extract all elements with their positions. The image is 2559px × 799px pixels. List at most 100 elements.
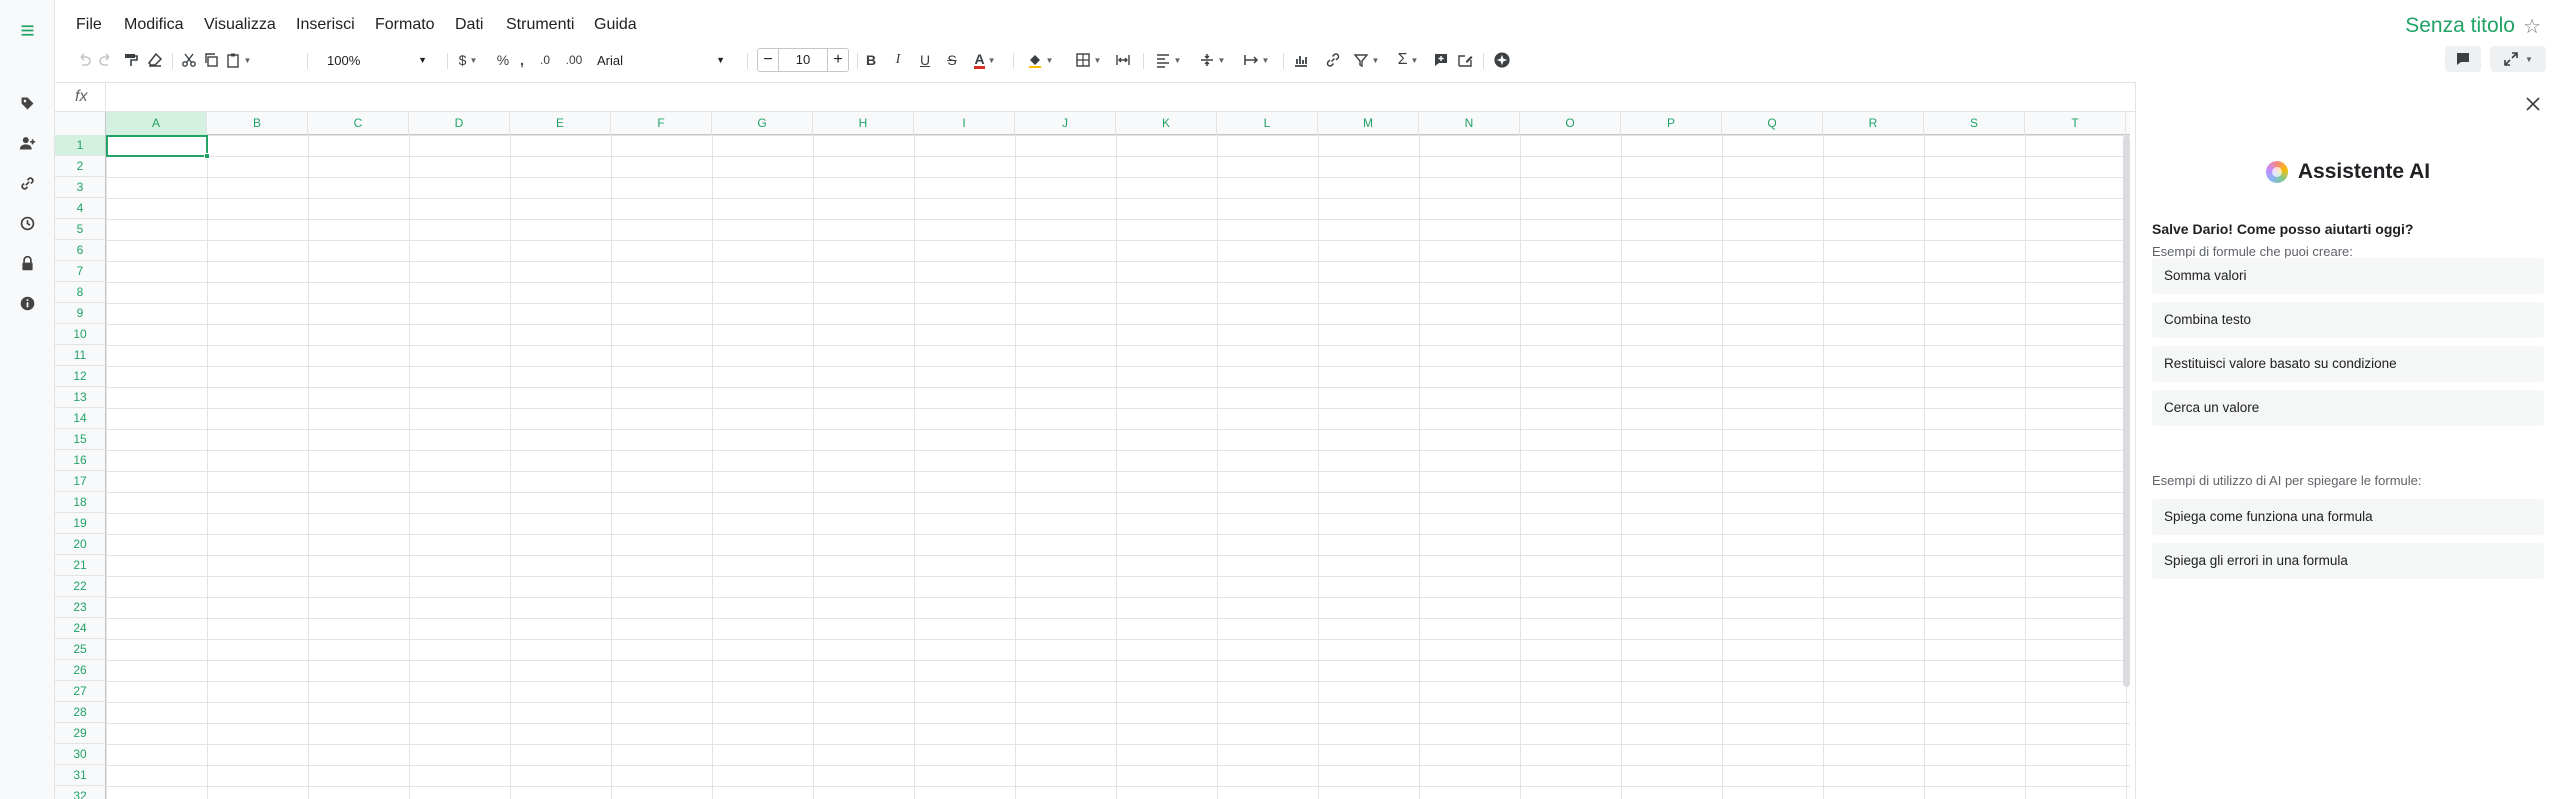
document-title[interactable]: Senza titolo: [2405, 14, 2515, 38]
column-header[interactable]: Q: [1722, 112, 1823, 135]
example-chip-spiega-formula[interactable]: Spiega come funziona una formula: [2152, 499, 2544, 535]
row-header[interactable]: 28: [55, 702, 106, 723]
row-header[interactable]: 10: [55, 324, 106, 345]
link-icon[interactable]: [14, 170, 40, 196]
example-chip-somma[interactable]: Somma valori: [2152, 258, 2544, 294]
text-wrap-button[interactable]: ▼: [1239, 48, 1273, 72]
horizontal-align-button[interactable]: ▼: [1151, 48, 1185, 72]
row-header[interactable]: 21: [55, 555, 106, 576]
paint-format-icon[interactable]: [121, 48, 141, 72]
underline-button[interactable]: U: [917, 48, 933, 72]
row-header[interactable]: 15: [55, 429, 106, 450]
menu-strumenti[interactable]: Strumenti: [506, 16, 574, 34]
undo-icon[interactable]: [75, 48, 93, 72]
row-header[interactable]: 30: [55, 744, 106, 765]
selected-cell-a1[interactable]: [106, 135, 208, 157]
merge-cells-icon[interactable]: [1113, 48, 1133, 72]
row-header[interactable]: 17: [55, 471, 106, 492]
currency-format-button[interactable]: $ ▼: [455, 48, 481, 72]
select-all-corner[interactable]: [55, 112, 106, 135]
column-header[interactable]: K: [1116, 112, 1217, 135]
ai-assistant-icon[interactable]: [1491, 48, 1513, 72]
row-header[interactable]: 29: [55, 723, 106, 744]
copy-icon[interactable]: [201, 48, 221, 72]
example-chip-spiega-errori[interactable]: Spiega gli errori in una formula: [2152, 543, 2544, 579]
column-header[interactable]: C: [308, 112, 409, 135]
column-header[interactable]: F: [611, 112, 712, 135]
column-header[interactable]: L: [1217, 112, 1318, 135]
row-header[interactable]: 7: [55, 261, 106, 282]
info-icon[interactable]: [14, 290, 40, 316]
strikethrough-button[interactable]: S: [944, 48, 960, 72]
column-header[interactable]: G: [712, 112, 813, 135]
history-icon[interactable]: [14, 210, 40, 236]
column-header[interactable]: A: [106, 112, 207, 135]
column-header[interactable]: P: [1621, 112, 1722, 135]
lock-icon[interactable]: [14, 250, 40, 276]
example-chip-cerca[interactable]: Cerca un valore: [2152, 390, 2544, 426]
column-header[interactable]: M: [1318, 112, 1419, 135]
menu-visualizza[interactable]: Visualizza: [204, 16, 276, 34]
example-chip-condizione[interactable]: Restituisci valore basato su condizione: [2152, 346, 2544, 382]
row-header[interactable]: 14: [55, 408, 106, 429]
row-header[interactable]: 23: [55, 597, 106, 618]
row-header[interactable]: 6: [55, 240, 106, 261]
add-user-icon[interactable]: [14, 130, 40, 156]
cut-icon[interactable]: [179, 48, 199, 72]
row-header[interactable]: 5: [55, 219, 106, 240]
column-header[interactable]: H: [813, 112, 914, 135]
row-header[interactable]: 13: [55, 387, 106, 408]
vertical-scrollbar[interactable]: [2123, 135, 2130, 687]
paste-icon[interactable]: ▼: [223, 48, 253, 72]
borders-button[interactable]: ▼: [1071, 48, 1105, 72]
star-icon[interactable]: ☆: [2523, 14, 2541, 39]
fill-color-button[interactable]: ▼: [1023, 48, 1057, 72]
menu-formato[interactable]: Formato: [375, 16, 435, 34]
vertical-align-button[interactable]: ▼: [1195, 48, 1229, 72]
column-header[interactable]: N: [1419, 112, 1520, 135]
insert-link-icon[interactable]: [1323, 48, 1343, 72]
column-header[interactable]: I: [914, 112, 1015, 135]
tag-icon[interactable]: [14, 90, 40, 116]
menu-modifica[interactable]: Modifica: [124, 16, 184, 34]
column-header[interactable]: J: [1015, 112, 1116, 135]
column-header[interactable]: T: [2025, 112, 2126, 135]
column-header[interactable]: D: [409, 112, 510, 135]
font-size-input[interactable]: 10: [778, 49, 828, 71]
fullscreen-button[interactable]: ▼: [2490, 46, 2546, 72]
clear-format-icon[interactable]: [145, 48, 165, 72]
decrease-font-size-button[interactable]: −: [758, 51, 778, 69]
row-header[interactable]: 25: [55, 639, 106, 660]
column-header[interactable]: S: [1924, 112, 2025, 135]
row-header[interactable]: 1: [55, 135, 106, 156]
bold-button[interactable]: B: [863, 48, 879, 72]
column-header[interactable]: O: [1520, 112, 1621, 135]
row-header[interactable]: 24: [55, 618, 106, 639]
filter-button[interactable]: ▼: [1349, 48, 1383, 72]
menu-guida[interactable]: Guida: [594, 16, 637, 34]
row-header[interactable]: 12: [55, 366, 106, 387]
row-header[interactable]: 8: [55, 282, 106, 303]
column-header[interactable]: R: [1823, 112, 1924, 135]
zoom-select[interactable]: 100% ▼: [317, 48, 437, 72]
row-header[interactable]: 20: [55, 534, 106, 555]
menu-dati[interactable]: Dati: [455, 16, 483, 34]
redo-icon[interactable]: [97, 48, 115, 72]
close-icon[interactable]: [2521, 92, 2545, 116]
row-header[interactable]: 3: [55, 177, 106, 198]
formula-input[interactable]: [115, 83, 2135, 113]
example-chip-combina[interactable]: Combina testo: [2152, 302, 2544, 338]
row-header[interactable]: 19: [55, 513, 106, 534]
row-header[interactable]: 2: [55, 156, 106, 177]
edit-chart-icon[interactable]: [1455, 48, 1475, 72]
functions-button[interactable]: Σ ▼: [1391, 48, 1425, 72]
font-family-select[interactable]: Arial ▼: [575, 48, 735, 72]
menu-inserisci[interactable]: Inserisci: [296, 16, 355, 34]
column-header[interactable]: E: [510, 112, 611, 135]
comma-format-button[interactable]: ,: [517, 48, 527, 72]
percent-format-button[interactable]: %: [495, 48, 511, 72]
row-header[interactable]: 32: [55, 786, 106, 799]
decrease-decimals-button[interactable]: .0: [533, 48, 557, 72]
hamburger-menu-icon[interactable]: [14, 17, 40, 43]
row-header[interactable]: 16: [55, 450, 106, 471]
